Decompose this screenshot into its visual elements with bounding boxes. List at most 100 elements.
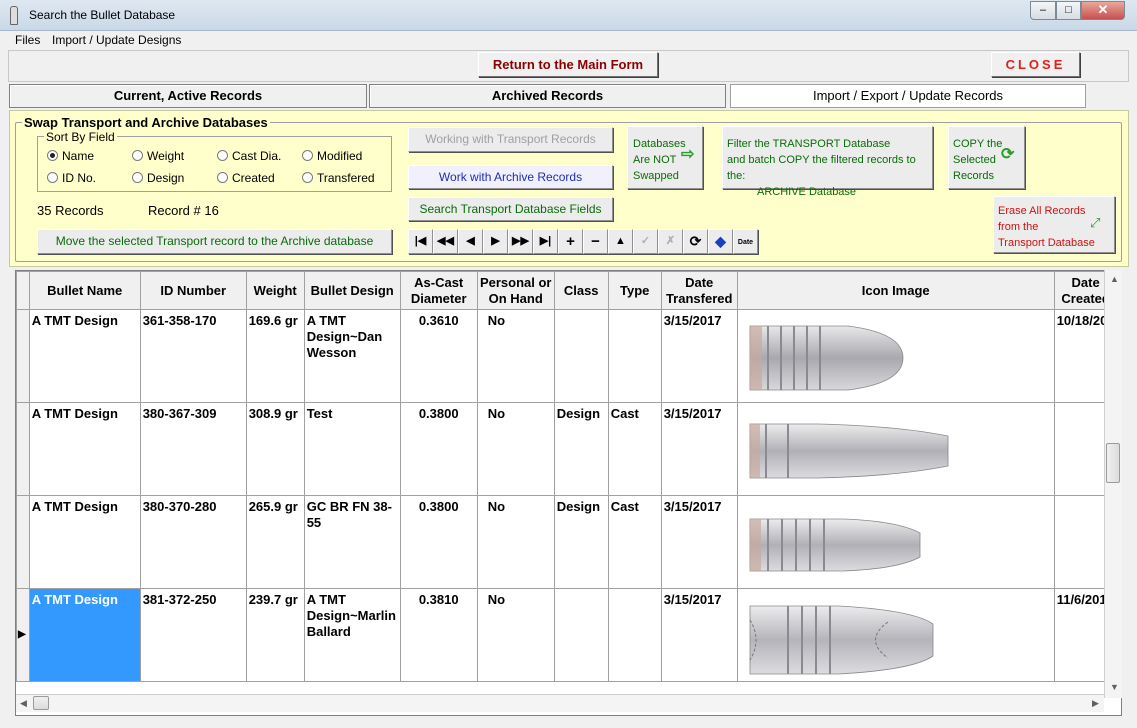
cell-diameter[interactable]: 0.3800 (399, 402, 478, 496)
cell-personal[interactable]: No (476, 495, 555, 589)
cell-personal[interactable]: No (476, 309, 555, 403)
date-icon[interactable]: Date (733, 229, 758, 254)
scroll-up-icon[interactable]: ▲ (1110, 274, 1119, 284)
cell-weight[interactable]: 239.7 gr (245, 588, 305, 682)
cell-design[interactable]: Test (303, 402, 401, 496)
col-id-number[interactable]: ID Number (139, 271, 247, 310)
cell-id[interactable]: 361-358-170 (139, 309, 247, 403)
cell-design[interactable]: GC BR FN 38-55 (303, 495, 401, 589)
first-record-icon[interactable]: |◀ (408, 229, 433, 254)
cell-class[interactable] (553, 309, 609, 403)
cell-diameter[interactable]: 0.3800 (399, 495, 478, 589)
cell-type[interactable]: Cast (607, 402, 662, 496)
sort-radio-created[interactable]: Created (217, 171, 275, 185)
vertical-scrollbar[interactable]: ▲ ▼ (1104, 270, 1122, 698)
row-selector[interactable] (16, 402, 30, 496)
cell-design[interactable]: A TMT Design~Dan Wesson (303, 309, 401, 403)
cell-icon-image[interactable] (736, 402, 1055, 496)
sort-radio-name[interactable]: Name (47, 149, 94, 163)
working-transport-button[interactable]: Working with Transport Records (408, 127, 613, 152)
row-selector[interactable] (16, 495, 30, 589)
copy-selected-button[interactable]: COPY the Selected Records ⟳ (948, 126, 1025, 189)
last-record-icon[interactable]: ▶| (533, 229, 558, 254)
sort-radio-design[interactable]: Design (132, 171, 184, 185)
cell-personal[interactable]: No (476, 402, 555, 496)
cell-class[interactable]: Design (553, 495, 609, 589)
add-record-icon[interactable]: + (558, 229, 583, 254)
erase-all-button[interactable]: Erase All Records from the Transport Dat… (993, 196, 1115, 253)
refresh-icon[interactable]: ⟳ (683, 229, 708, 254)
cell-id[interactable]: 381-372-250 (139, 588, 247, 682)
cell-design[interactable]: A TMT Design~Marlin Ballard (303, 588, 401, 682)
col-date-transfered[interactable]: Date Transfered (660, 271, 738, 310)
sort-radio-modified[interactable]: Modified (302, 149, 362, 163)
close-button[interactable]: CLOSE (991, 52, 1080, 77)
cell-diameter[interactable]: 0.3810 (399, 588, 478, 682)
cell-weight[interactable]: 308.9 gr (245, 402, 305, 496)
tag-icon[interactable]: ◆ (708, 229, 733, 254)
databases-swap-button[interactable]: Databases Are NOT Swapped ⇨ (627, 126, 703, 189)
cell-date-transfered[interactable]: 3/15/2017 (660, 402, 738, 496)
col-bullet-name[interactable]: Bullet Name (28, 271, 141, 310)
cell-name[interactable]: A TMT Design (28, 495, 141, 589)
cell-id[interactable]: 380-370-280 (139, 495, 247, 589)
cell-diameter[interactable]: 0.3610 (399, 309, 478, 403)
next-record-icon[interactable]: ▶ (483, 229, 508, 254)
tab-archived-records[interactable]: Archived Records (369, 84, 726, 108)
row-selector[interactable] (16, 309, 30, 403)
vertical-scroll-thumb[interactable] (1106, 443, 1120, 483)
scroll-right-icon[interactable]: ▶ (1092, 698, 1099, 709)
col-weight[interactable]: Weight (245, 271, 305, 310)
cell-icon-image[interactable] (736, 495, 1055, 589)
horizontal-scroll-thumb[interactable] (33, 696, 49, 710)
col-personal[interactable]: Personal or On Hand (476, 271, 555, 310)
sort-radio-id[interactable]: ID No. (47, 171, 96, 185)
work-archive-button[interactable]: Work with Archive Records (408, 165, 613, 189)
cell-name[interactable]: A TMT Design (28, 309, 141, 403)
cell-personal[interactable]: No (476, 588, 555, 682)
sort-radio-cast-dia[interactable]: Cast Dia. (217, 149, 281, 163)
menu-files[interactable]: Files (15, 33, 40, 47)
col-icon-image[interactable]: Icon Image (736, 271, 1055, 310)
sort-radio-transfered[interactable]: Transfered (302, 171, 375, 185)
cell-type[interactable]: Cast (607, 495, 662, 589)
maximize-button[interactable]: □ (1056, 1, 1081, 20)
window-close-button[interactable]: ✕ (1081, 1, 1125, 20)
scroll-down-icon[interactable]: ▼ (1110, 682, 1119, 692)
cell-type[interactable] (607, 588, 662, 682)
edit-record-icon[interactable]: ▲ (608, 229, 633, 254)
delete-record-icon[interactable]: − (583, 229, 608, 254)
post-edit-icon[interactable]: ✓ (633, 229, 658, 254)
cell-class[interactable] (553, 588, 609, 682)
col-type[interactable]: Type (607, 271, 662, 310)
scroll-left-icon[interactable]: ◀ (20, 698, 27, 709)
horizontal-scrollbar[interactable]: ◀ ▶ (16, 694, 1104, 712)
tab-current-records[interactable]: Current, Active Records (9, 84, 367, 108)
prev-page-icon[interactable]: ◀◀ (433, 229, 458, 254)
cell-date-transfered[interactable]: 3/15/2017 (660, 588, 738, 682)
cell-name[interactable]: A TMT Design (28, 588, 141, 682)
cell-weight[interactable]: 265.9 gr (245, 495, 305, 589)
table-row[interactable]: A TMT Design 361-358-170 169.6 gr A TMT … (16, 309, 1118, 403)
cell-name[interactable]: A TMT Design (28, 402, 141, 496)
cell-class[interactable]: Design (553, 402, 609, 496)
cell-type[interactable] (607, 309, 662, 403)
row-selector-current[interactable]: ▶ (16, 588, 30, 682)
cell-date-transfered[interactable]: 3/15/2017 (660, 309, 738, 403)
sort-radio-weight[interactable]: Weight (132, 149, 184, 163)
next-page-icon[interactable]: ▶▶ (508, 229, 533, 254)
cell-weight[interactable]: 169.6 gr (245, 309, 305, 403)
col-diameter[interactable]: As-Cast Diameter (399, 271, 478, 310)
tab-import-export[interactable]: Import / Export / Update Records (730, 84, 1086, 108)
prev-record-icon[interactable]: ◀ (458, 229, 483, 254)
menu-import-update[interactable]: Import / Update Designs (52, 33, 181, 47)
cell-icon-image[interactable] (736, 588, 1055, 682)
col-bullet-design[interactable]: Bullet Design (303, 271, 401, 310)
col-class[interactable]: Class (553, 271, 609, 310)
cell-icon-image[interactable] (736, 309, 1055, 403)
cell-date-transfered[interactable]: 3/15/2017 (660, 495, 738, 589)
cancel-edit-icon[interactable]: ✗ (658, 229, 683, 254)
cell-id[interactable]: 380-367-309 (139, 402, 247, 496)
move-to-archive-button[interactable]: Move the selected Transport record to th… (37, 229, 392, 254)
search-transport-button[interactable]: Search Transport Database Fields (408, 197, 613, 221)
